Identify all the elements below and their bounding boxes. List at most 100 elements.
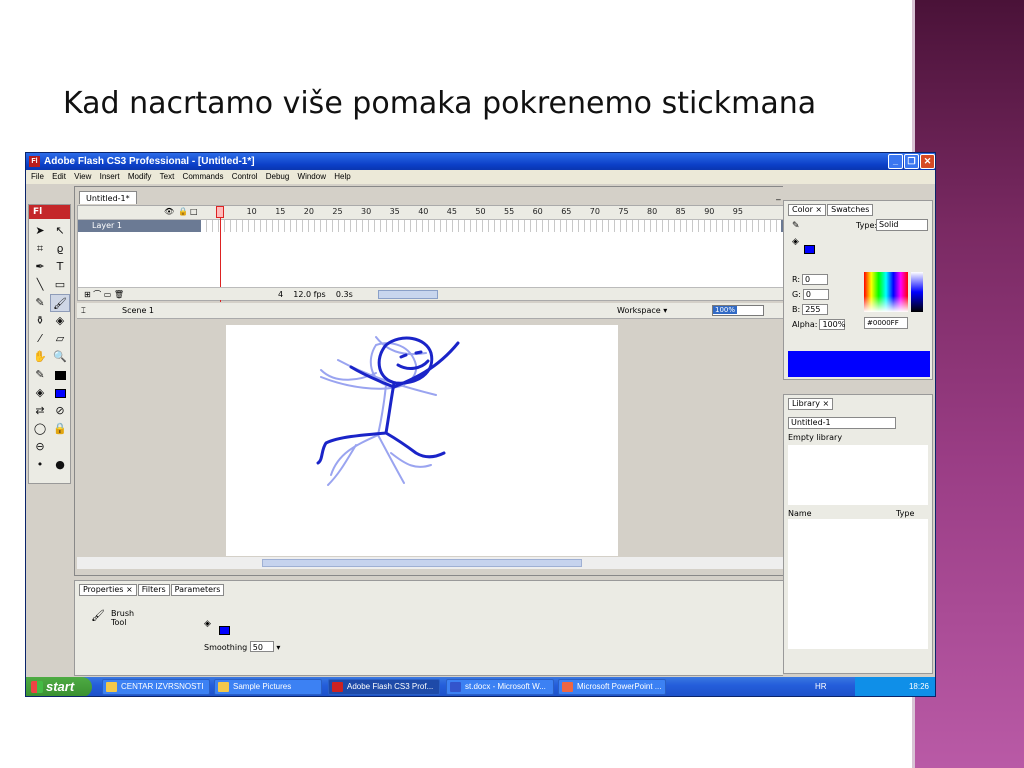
red-input[interactable]: 0 bbox=[802, 274, 829, 285]
timeline-footer: ⊞ ⌒ ▭ 🗑 4 12.0 fps 0.3s bbox=[78, 287, 805, 300]
tab-color[interactable]: Color × bbox=[788, 204, 827, 216]
alpha-input[interactable]: 100% bbox=[819, 319, 846, 330]
menu-text[interactable]: Text bbox=[160, 172, 175, 181]
task-sample-pictures[interactable]: Sample Pictures bbox=[214, 679, 322, 695]
language-indicator[interactable]: HR bbox=[815, 677, 827, 696]
brightness-slider[interactable] bbox=[911, 272, 923, 312]
menu-edit[interactable]: Edit bbox=[52, 172, 66, 181]
brush-shape-icon[interactable]: ● bbox=[50, 456, 70, 474]
green-input[interactable]: 0 bbox=[802, 289, 829, 300]
rectangle-icon[interactable]: ▭ bbox=[50, 276, 70, 294]
text-icon[interactable]: T bbox=[50, 258, 70, 276]
smoothing-input[interactable]: 50 bbox=[249, 641, 274, 652]
document-tab[interactable]: Untitled-1* bbox=[79, 191, 137, 204]
tab-library[interactable]: Library × bbox=[788, 398, 834, 410]
task-flash[interactable]: Adobe Flash CS3 Prof... bbox=[328, 679, 440, 695]
lasso-icon[interactable]: ϱ bbox=[50, 240, 70, 258]
color-spectrum[interactable] bbox=[864, 272, 908, 312]
window-titlebar[interactable]: Fl Adobe Flash CS3 Professional - [Untit… bbox=[26, 153, 935, 170]
frame-number: 75 bbox=[618, 207, 629, 216]
eyedropper-icon[interactable]: ⁄ bbox=[30, 330, 50, 348]
horizontal-scroll-thumb[interactable] bbox=[262, 559, 582, 567]
library-list[interactable] bbox=[788, 519, 928, 649]
task-centar[interactable]: CENTAR IZVRSNOSTI bbox=[102, 679, 210, 695]
no-color-icon[interactable]: ⊘ bbox=[50, 402, 70, 420]
frame-number: 20 bbox=[303, 207, 314, 216]
frame-number: 40 bbox=[418, 207, 429, 216]
task-powerpoint[interactable]: Microsoft PowerPoint ... bbox=[558, 679, 666, 695]
menu-view[interactable]: View bbox=[74, 172, 91, 181]
lock-fill-icon[interactable]: 🔒 bbox=[50, 420, 70, 438]
workspace-menu[interactable]: Workspace ▾ bbox=[617, 303, 667, 319]
edit-bar: ⌶ Scene 1 Workspace ▾ 100% bbox=[77, 303, 806, 319]
menu-help[interactable]: Help bbox=[334, 172, 350, 181]
blue-input[interactable]: 255 bbox=[802, 304, 829, 315]
timeline-scroll-thumb[interactable] bbox=[378, 290, 438, 299]
close-icon[interactable]: ✕ bbox=[920, 154, 935, 169]
ink-bottle-icon[interactable]: ⚱ bbox=[30, 312, 50, 330]
menu-debug[interactable]: Debug bbox=[266, 172, 290, 181]
swap-colors-icon[interactable]: ⇄ bbox=[30, 402, 50, 420]
zoom-select[interactable]: 100% bbox=[712, 305, 764, 316]
frame-number: 50 bbox=[475, 207, 486, 216]
fill-color-icon[interactable]: ◈ bbox=[30, 384, 50, 402]
menu-window[interactable]: Window bbox=[298, 172, 326, 181]
menu-modify[interactable]: Modify bbox=[128, 172, 152, 181]
hand-icon[interactable]: ✋ bbox=[30, 348, 50, 366]
selection-icon[interactable]: ➤ bbox=[30, 222, 50, 240]
fill-color-swatch[interactable] bbox=[50, 384, 70, 402]
hex-input[interactable]: #0000FF bbox=[864, 317, 908, 329]
frame-number: 15 bbox=[275, 207, 286, 216]
frame-rate: 12.0 fps bbox=[293, 290, 326, 299]
brush-mode-icon[interactable]: ⊖ bbox=[30, 438, 50, 456]
brush-icon[interactable]: 🖌 bbox=[50, 294, 70, 312]
free-transform-icon[interactable]: ⌗ bbox=[30, 240, 50, 258]
menu-commands[interactable]: Commands bbox=[183, 172, 224, 181]
stage-horizontal-scrollbar[interactable] bbox=[77, 557, 791, 569]
menu-insert[interactable]: Insert bbox=[100, 172, 120, 181]
brush-size-icon[interactable]: • bbox=[30, 456, 50, 474]
stroke-color-icon[interactable]: ✎ bbox=[30, 366, 50, 384]
stage[interactable] bbox=[226, 325, 618, 556]
color-preview bbox=[788, 351, 930, 377]
edit-scene-icon[interactable]: ⌶ bbox=[81, 303, 86, 319]
properties-fill-swatch[interactable] bbox=[219, 620, 230, 639]
start-button[interactable]: start bbox=[26, 677, 92, 696]
library-document-select[interactable]: Untitled-1 bbox=[788, 417, 896, 429]
zoom-icon[interactable]: 🔍 bbox=[50, 348, 70, 366]
pen-icon[interactable]: ✒ bbox=[30, 258, 50, 276]
eye-icon[interactable]: 👁 bbox=[164, 207, 174, 216]
object-drawing-icon[interactable]: ◯ bbox=[30, 420, 50, 438]
color-panel-fill-swatch[interactable] bbox=[804, 239, 815, 258]
playhead-marker[interactable] bbox=[216, 206, 224, 218]
tools-header: Fl bbox=[29, 205, 70, 219]
stroke-color-swatch[interactable] bbox=[50, 366, 70, 384]
type-select[interactable]: Solid bbox=[876, 219, 928, 231]
outline-icon[interactable]: □ bbox=[190, 207, 198, 216]
lock-icon[interactable]: 🔒 bbox=[178, 207, 188, 216]
subselection-icon[interactable]: ↖ bbox=[50, 222, 70, 240]
line-icon[interactable]: ╲ bbox=[30, 276, 50, 294]
minimize-icon[interactable]: _ bbox=[888, 154, 903, 169]
task-word[interactable]: st.docx - Microsoft W... bbox=[446, 679, 554, 695]
pencil-icon[interactable]: ✎ bbox=[30, 294, 50, 312]
frame-cells[interactable] bbox=[201, 220, 781, 232]
smoothing-dropdown-icon[interactable]: ▾ bbox=[276, 643, 280, 652]
tab-parameters[interactable]: Parameters bbox=[170, 584, 225, 596]
insert-layer-icon[interactable]: ⊞ ⌒ ▭ 🗑 bbox=[84, 288, 124, 301]
stroke-pencil-icon[interactable]: ✎ bbox=[792, 221, 800, 231]
menu-file[interactable]: File bbox=[31, 172, 44, 181]
frame-number: 85 bbox=[675, 207, 686, 216]
fill-bucket-icon[interactable]: ◈ bbox=[792, 237, 799, 247]
pasteboard[interactable] bbox=[77, 320, 791, 556]
col-type[interactable]: Type bbox=[896, 509, 914, 518]
paint-bucket-icon[interactable]: ◈ bbox=[50, 312, 70, 330]
tab-filters[interactable]: Filters bbox=[137, 584, 170, 596]
menu-control[interactable]: Control bbox=[232, 172, 258, 181]
col-name[interactable]: Name bbox=[788, 509, 812, 518]
tab-properties[interactable]: Properties × bbox=[79, 584, 137, 596]
scene-link[interactable]: Scene 1 bbox=[122, 303, 154, 319]
restore-icon[interactable]: ❐ bbox=[904, 154, 919, 169]
tab-swatches[interactable]: Swatches bbox=[827, 204, 874, 216]
eraser-icon[interactable]: ▱ bbox=[50, 330, 70, 348]
